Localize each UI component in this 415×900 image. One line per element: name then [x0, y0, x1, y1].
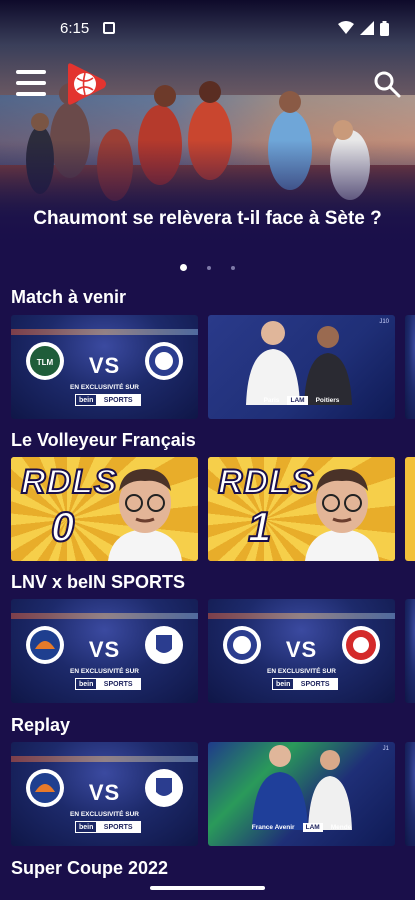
exclusive-label: EN EXCLUSIVITÉ SUR	[70, 384, 139, 391]
match-a-venir-row[interactable]: TLM VS EN EXCLUSIVITÉ SUR bein SPORTS J10…	[11, 315, 415, 419]
exclusive-label: EN EXCLUSIVITÉ SUR	[70, 811, 139, 818]
presenter-image	[305, 469, 379, 561]
carousel-dot[interactable]	[180, 264, 187, 271]
menu-button[interactable]	[16, 70, 46, 96]
match-caption: France Avenir LAM Mende	[251, 823, 352, 832]
rdls-episode: 1	[247, 502, 272, 551]
lnv-bein-row[interactable]: VS EN EXCLUSIVITÉ SUR bein SPORTS VS EN E…	[11, 599, 415, 703]
team-logo	[145, 626, 183, 664]
team-logo	[145, 769, 183, 807]
replay-card[interactable]: J1 France Avenir LAM Mende	[208, 742, 395, 846]
match-card[interactable]: VS EN EXCLUSIVITÉ SUR bein SPORTS	[208, 599, 395, 703]
match-card-peek[interactable]	[405, 315, 415, 419]
exclusive-label: EN EXCLUSIVITÉ SUR	[70, 668, 139, 675]
bein-sports-logo: bein SPORTS	[75, 678, 141, 690]
matchday-label: J1	[382, 746, 389, 752]
status-bar: 6:15	[0, 0, 415, 56]
match-card[interactable]: TLM VS EN EXCLUSIVITÉ SUR bein SPORTS	[11, 315, 198, 419]
match-caption: Paris LAM Poitiers	[263, 396, 340, 405]
home-indicator[interactable]	[150, 886, 265, 890]
carousel-dot[interactable]	[231, 265, 235, 270]
battery-icon	[380, 20, 389, 36]
replay-card-peek[interactable]	[405, 742, 415, 846]
hero-title[interactable]: Chaumont se relèvera t-il face à Sète ?	[0, 208, 415, 230]
match-card[interactable]: VS EN EXCLUSIVITÉ SUR bein SPORTS	[11, 599, 198, 703]
replay-card[interactable]: VS EN EXCLUSIVITÉ SUR bein SPORTS	[11, 742, 198, 846]
rdls-card[interactable]: RDLS 1	[208, 457, 395, 561]
hamburger-icon	[16, 70, 46, 74]
status-icons	[338, 20, 389, 36]
rdls-episode: 0	[50, 502, 75, 551]
volleyeur-francais-row[interactable]: RDLS 0 RDLS 1	[11, 457, 415, 561]
presenter-image	[108, 469, 182, 561]
section-title-volleyeur-francais: Le Volleyeur Français	[11, 430, 196, 450]
status-time: 6:15	[60, 19, 90, 37]
rdls-card-peek[interactable]	[405, 457, 415, 561]
bein-sports-logo: bein SPORTS	[75, 821, 141, 833]
carousel-dots	[0, 264, 415, 271]
team-logo	[342, 626, 380, 664]
replay-row[interactable]: VS EN EXCLUSIVITÉ SUR bein SPORTS J1 Fran…	[11, 742, 415, 846]
carousel-dot[interactable]	[207, 265, 211, 270]
hero-gradient	[0, 140, 415, 250]
section-title-lnv-bein: LNV x beIN SPORTS	[11, 572, 186, 592]
match-card-peek[interactable]	[405, 599, 415, 703]
wifi-icon	[338, 21, 354, 34]
match-card[interactable]: J10 Paris LAM Poitiers	[208, 315, 395, 419]
rdls-card[interactable]: RDLS 0	[11, 457, 198, 561]
section-title-replay: Replay	[11, 715, 71, 735]
app-logo[interactable]	[68, 62, 108, 106]
cell-signal-icon	[360, 21, 374, 35]
section-title-super-coupe: Super Coupe 2022	[11, 858, 169, 878]
search-button[interactable]	[373, 70, 401, 98]
exclusive-label: EN EXCLUSIVITÉ SUR	[267, 668, 336, 675]
bein-sports-logo: bein SPORTS	[75, 394, 141, 406]
matchday-label: J10	[379, 319, 389, 325]
section-title-match-a-venir: Match à venir	[11, 287, 127, 307]
team-logo	[145, 342, 183, 380]
notification-icon	[103, 22, 116, 34]
bein-sports-logo: bein SPORTS	[272, 678, 338, 690]
